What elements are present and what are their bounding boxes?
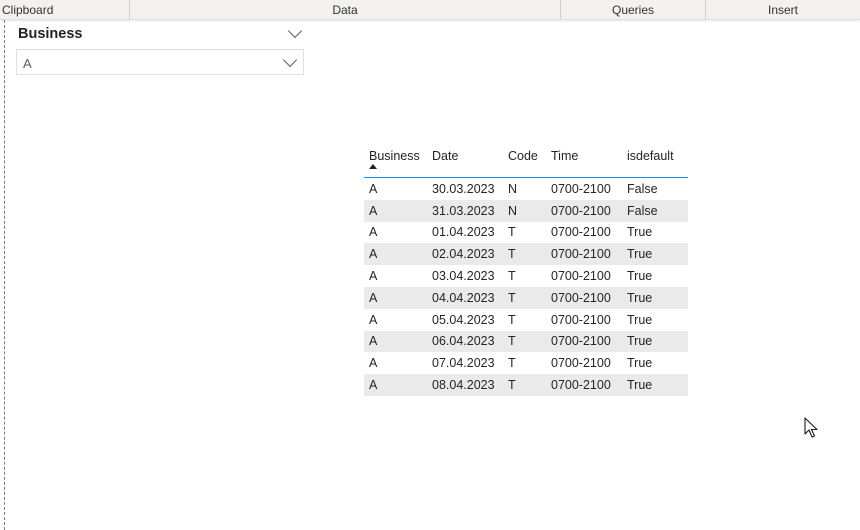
table-cell-date: 02.04.2023 bbox=[427, 243, 503, 266]
table-cell-code: T bbox=[508, 356, 516, 371]
table-cell-isdefault: True bbox=[622, 286, 688, 309]
table-cell-date: 03.04.2023 bbox=[432, 269, 495, 284]
table-cell-isdefault: True bbox=[627, 225, 653, 240]
column-header-business[interactable]: Business bbox=[364, 146, 427, 178]
table-row[interactable]: A 03.04.2023 T 0700-2100 True bbox=[364, 265, 688, 287]
business-slicer[interactable]: Business A bbox=[12, 22, 308, 80]
table-cell-date: 07.04.2023 bbox=[432, 356, 495, 371]
table-cell-code: T bbox=[503, 243, 546, 266]
table-cell-code: N bbox=[503, 199, 546, 222]
data-table: Business Date Code Time isdefault A 30.03… bbox=[364, 146, 688, 396]
table-cell-business: A bbox=[369, 312, 378, 327]
ribbon-group-clipboard: Clipboard bbox=[0, 0, 130, 19]
table-cell-time: 0700-2100 bbox=[551, 356, 611, 371]
column-header-isdefault[interactable]: isdefault bbox=[622, 146, 688, 178]
data-table-visual[interactable]: Business Date Code Time isdefault A 30.03… bbox=[364, 146, 688, 396]
slicer-header[interactable]: Business bbox=[18, 23, 304, 44]
table-body: A 30.03.2023 N 0700-2100 False A 31.03.2023 N 07… bbox=[364, 178, 688, 396]
table-cell-date: 01.04.2023 bbox=[432, 225, 495, 240]
table-cell-time: 0700-2100 bbox=[546, 243, 622, 266]
table-cell-time: 0700-2100 bbox=[546, 286, 622, 309]
ribbon-group-queries: Queries bbox=[561, 0, 706, 19]
table-cell-isdefault: True bbox=[627, 312, 653, 327]
slicer-selected-value: A bbox=[23, 56, 32, 71]
column-header-code[interactable]: Code bbox=[503, 146, 546, 178]
table-row[interactable]: A 30.03.2023 N 0700-2100 False bbox=[364, 178, 688, 200]
chevron-down-icon[interactable] bbox=[287, 23, 303, 39]
table-cell-date: 05.04.2023 bbox=[432, 312, 495, 327]
table-cell-time: 0700-2100 bbox=[546, 374, 622, 396]
table-cell-business: A bbox=[364, 374, 427, 396]
table-row[interactable]: A 01.04.2023 T 0700-2100 True bbox=[364, 222, 688, 244]
table-cell-code: T bbox=[503, 330, 546, 353]
table-row[interactable]: A 02.04.2023 T 0700-2100 True bbox=[364, 243, 688, 266]
chevron-down-icon[interactable] bbox=[282, 52, 298, 68]
table-cell-business: A bbox=[369, 181, 378, 196]
column-header-label: isdefault bbox=[627, 149, 674, 163]
table-row[interactable]: A 08.04.2023 T 0700-2100 True bbox=[364, 374, 688, 396]
table-cell-date: 31.03.2023 bbox=[427, 199, 503, 222]
table-row[interactable]: A 05.04.2023 T 0700-2100 True bbox=[364, 309, 688, 331]
ribbon-group-data: Data bbox=[130, 0, 561, 19]
table-cell-code: T bbox=[508, 225, 516, 240]
table-row[interactable]: A 31.03.2023 N 0700-2100 False bbox=[364, 199, 688, 222]
table-cell-isdefault: True bbox=[627, 356, 653, 371]
table-cell-business: A bbox=[364, 286, 427, 309]
table-cell-code: N bbox=[508, 181, 518, 196]
table-cell-code: T bbox=[503, 286, 546, 309]
table-cell-business: A bbox=[364, 199, 427, 222]
table-cell-time: 0700-2100 bbox=[551, 269, 611, 284]
table-row[interactable]: A 04.04.2023 T 0700-2100 True bbox=[364, 286, 688, 309]
table-row[interactable]: A 07.04.2023 T 0700-2100 True bbox=[364, 352, 688, 374]
table-cell-time: 0700-2100 bbox=[546, 199, 622, 222]
column-header-label: Time bbox=[551, 149, 579, 163]
table-cell-isdefault: False bbox=[622, 199, 688, 222]
table-cell-isdefault: True bbox=[622, 243, 688, 266]
table-cell-time: 0700-2100 bbox=[551, 181, 611, 196]
column-header-label: Code bbox=[508, 149, 538, 163]
table-cell-isdefault: True bbox=[622, 374, 688, 396]
table-cell-date: 08.04.2023 bbox=[427, 374, 503, 396]
table-cell-code: T bbox=[503, 374, 546, 396]
slicer-dropdown[interactable]: A bbox=[16, 49, 304, 75]
table-header-row: Business Date Code Time isdefault bbox=[364, 146, 688, 178]
table-cell-business: A bbox=[364, 243, 427, 266]
table-cell-time: 0700-2100 bbox=[551, 225, 611, 240]
table-cell-date: 06.04.2023 bbox=[427, 330, 503, 353]
table-cell-time: 0700-2100 bbox=[551, 312, 611, 327]
table-cell-business: A bbox=[369, 225, 378, 240]
table-row[interactable]: A 06.04.2023 T 0700-2100 True bbox=[364, 330, 688, 353]
mouse-pointer-icon bbox=[804, 417, 818, 438]
table-cell-date: 04.04.2023 bbox=[427, 286, 503, 309]
column-header-time[interactable]: Time bbox=[546, 146, 622, 178]
table-cell-time: 0700-2100 bbox=[546, 330, 622, 353]
ribbon-group-insert: Insert bbox=[767, 3, 798, 17]
table-cell-isdefault: True bbox=[622, 330, 688, 353]
table-cell-business: A bbox=[369, 356, 378, 371]
slicer-title: Business bbox=[18, 26, 83, 42]
column-header-label: Date bbox=[432, 149, 459, 163]
column-header-label: Business bbox=[369, 149, 420, 163]
table-cell-isdefault: False bbox=[627, 181, 658, 196]
sort-ascending-icon bbox=[369, 164, 377, 169]
ribbon-group-labels: Clipboard Data Queries Insert bbox=[0, 0, 860, 20]
table-cell-business: A bbox=[369, 269, 378, 284]
table-cell-isdefault: True bbox=[627, 269, 653, 284]
table-cell-date: 30.03.2023 bbox=[432, 181, 495, 196]
table-cell-code: T bbox=[508, 269, 516, 284]
column-header-date[interactable]: Date bbox=[427, 146, 503, 178]
table-cell-business: A bbox=[364, 330, 427, 353]
table-cell-code: T bbox=[508, 312, 516, 327]
canvas-boundary bbox=[4, 20, 5, 530]
